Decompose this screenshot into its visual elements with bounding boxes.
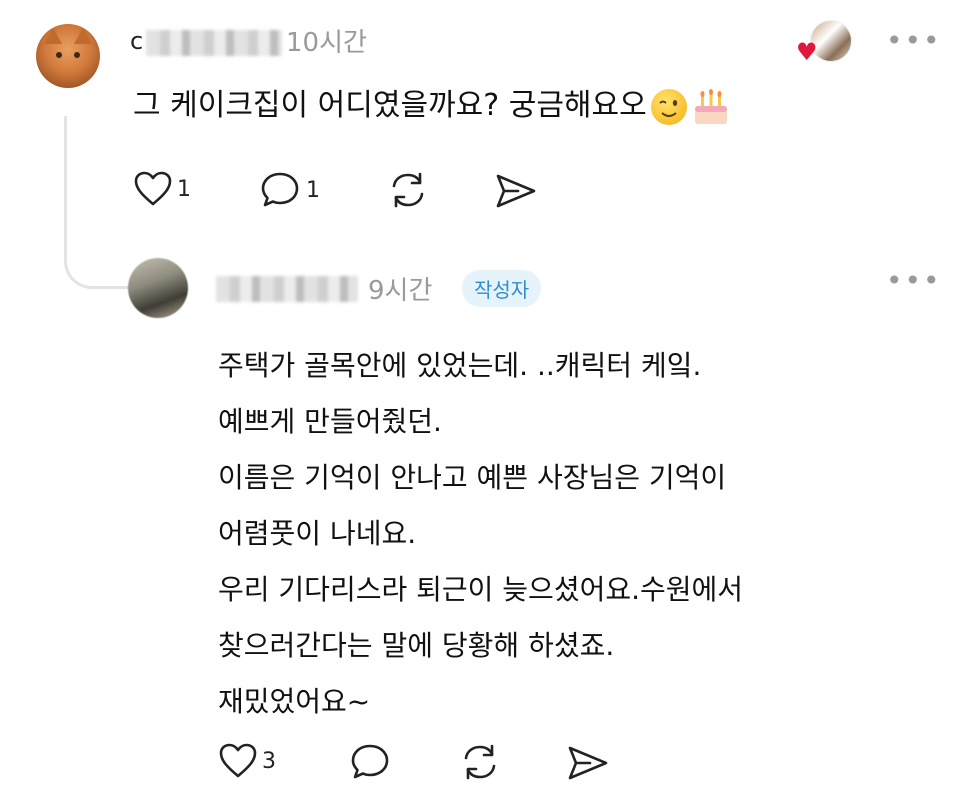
reply-line: 우리 기다리스라 퇴근이 늦으셨어요.수원에서: [218, 573, 744, 606]
reply-line: 주택가 골목안에 있었는데. ..캐릭터 케잌.: [218, 349, 702, 382]
blurred-reply-username: [216, 276, 358, 302]
comment-bubble-icon[interactable]: [350, 742, 392, 782]
comment-text: 그 케이크집이 어디였을까요? 궁금해요오: [133, 80, 731, 126]
cat-eye-left: [56, 52, 62, 58]
reply-line: 찾으러간다는 말에 당황해 하셨죠.: [218, 629, 615, 662]
cat-ear-left: [44, 28, 62, 44]
author-badge: 작성자: [462, 270, 542, 307]
commenter-avatar[interactable]: [36, 24, 100, 88]
comment-like-count: 1: [177, 176, 191, 202]
comment-more-button[interactable]: •••: [886, 24, 942, 57]
repost-icon[interactable]: [458, 742, 502, 782]
birthday-cake-icon: [691, 88, 731, 126]
send-icon[interactable]: [494, 172, 538, 210]
comment-body: 그 케이크집이 어디였을까요? 궁금해요오: [133, 88, 647, 123]
reply-author-avatar[interactable]: [128, 258, 188, 318]
cat-ear-right: [74, 28, 92, 44]
comment-time: 10시간: [286, 28, 367, 58]
send-icon[interactable]: [566, 744, 610, 782]
reply-line: 재밌었어요~: [218, 685, 371, 718]
comment-like-group[interactable]: 1: [133, 170, 191, 208]
reply-line: 이름은 기억이 안나고 예쁜 사장님은 기억이: [218, 461, 727, 494]
comment-bubble-icon[interactable]: [260, 170, 302, 210]
heart-icon[interactable]: [133, 170, 173, 208]
reply-line: 예쁘게 만들어줬던.: [218, 405, 442, 438]
reply-more-button[interactable]: •••: [886, 264, 942, 297]
reply-like-group[interactable]: 3: [218, 742, 276, 780]
heart-badge-icon: ♥: [796, 38, 818, 66]
cat-eye-right: [74, 52, 80, 58]
winking-face-icon: [650, 88, 687, 125]
comment-reply-group[interactable]: 1: [260, 170, 320, 210]
repost-icon[interactable]: [386, 170, 430, 210]
thread-connector-line: [64, 116, 133, 289]
heart-icon[interactable]: [218, 742, 258, 780]
reply-like-count: 3: [262, 748, 276, 774]
comment-reply-count: 1: [306, 177, 320, 203]
reply-time: 9시간: [368, 276, 433, 306]
commenter-username[interactable]: c: [130, 27, 143, 55]
blurred-username: [146, 30, 282, 56]
reply-line: 어렴풋이 나네요.: [218, 517, 417, 550]
reply-text: 주택가 골목안에 있었는데. ..캐릭터 케잌. 예쁘게 만들어줬던. 이름은 …: [218, 338, 743, 730]
